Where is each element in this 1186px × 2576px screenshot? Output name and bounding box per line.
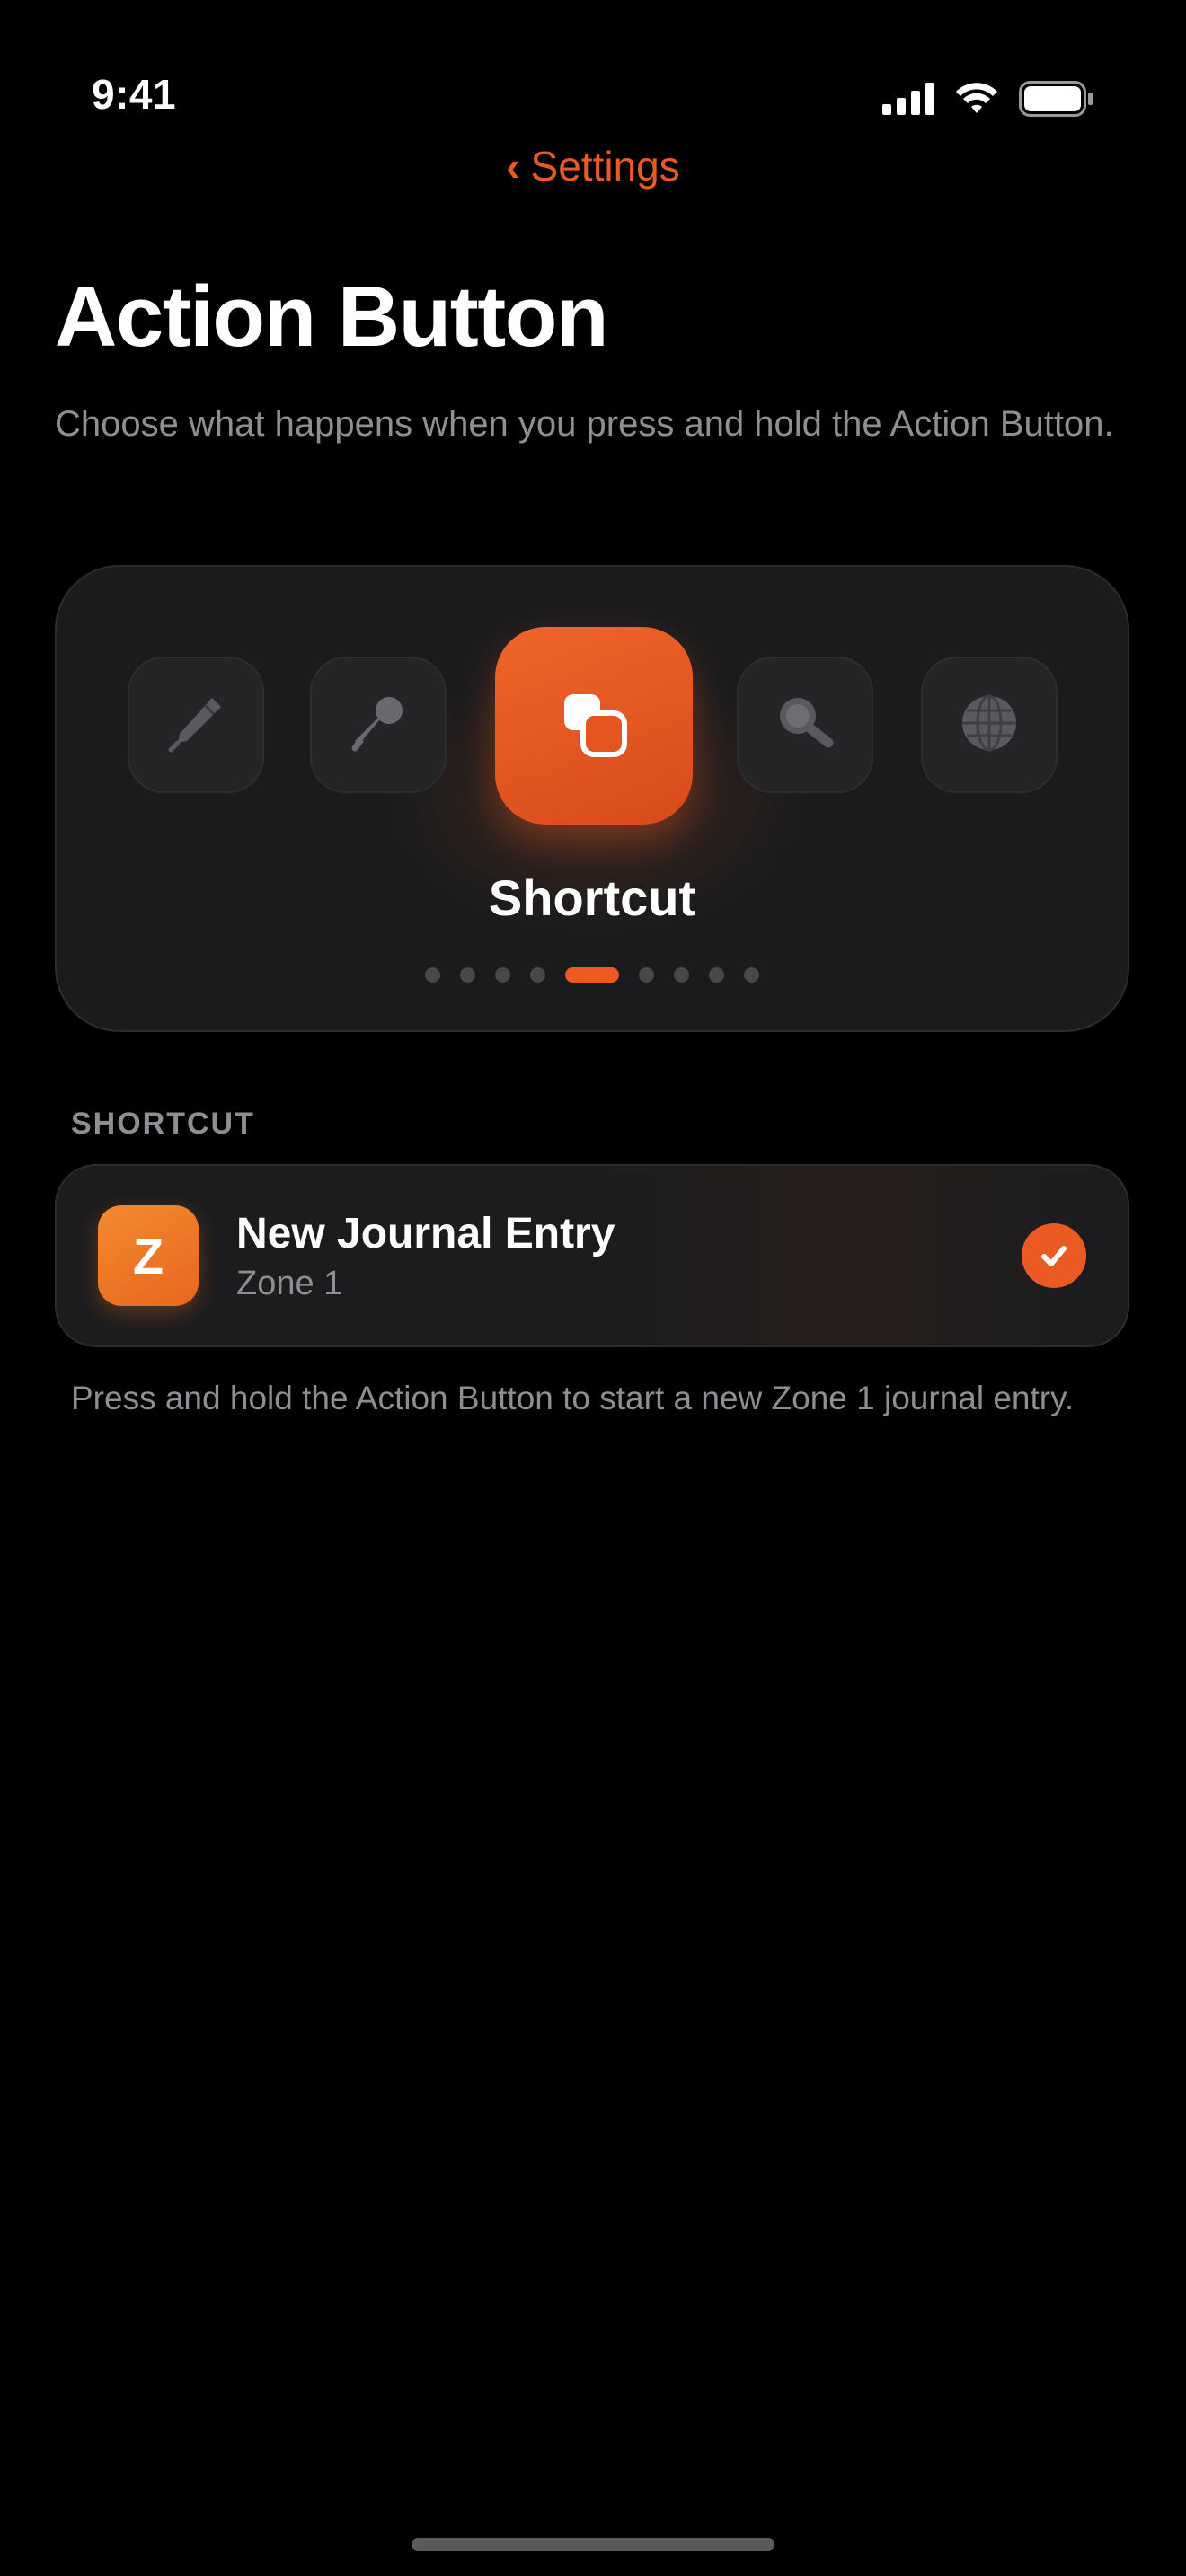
status-bar: 9:41: [0, 0, 1186, 144]
shortcut-icon: [553, 684, 634, 769]
page-dot[interactable]: [425, 967, 440, 983]
back-button[interactable]: ‹ Settings: [0, 142, 1186, 190]
action-picker[interactable]: Shortcut: [55, 565, 1129, 1032]
home-indicator[interactable]: [412, 2538, 774, 2551]
page-dot[interactable]: [460, 967, 475, 983]
pen-icon: [160, 687, 232, 763]
page-subtitle: Choose what happens when you press and h…: [55, 404, 1114, 444]
action-option-pen[interactable]: [128, 657, 264, 793]
microphone-icon: [342, 687, 414, 763]
page-indicator[interactable]: [57, 967, 1128, 983]
section-header-shortcut: SHORTCUT: [71, 1107, 255, 1141]
shortcut-subtitle: Zone 1: [236, 1265, 343, 1302]
shortcut-row[interactable]: Z New Journal Entry Zone 1: [55, 1164, 1129, 1347]
page-dot[interactable]: [495, 967, 510, 983]
status-icons: [882, 81, 1093, 121]
shortcut-footnote: Press and hold the Action Button to star…: [71, 1380, 1075, 1416]
page-dot[interactable]: [744, 967, 759, 983]
chevron-left-icon: ‹: [506, 143, 520, 190]
page-dot-active[interactable]: [565, 967, 619, 983]
battery-icon: [1019, 81, 1093, 121]
page-dot[interactable]: [709, 967, 724, 983]
page-title: Action Button: [55, 269, 609, 365]
page-dot[interactable]: [639, 967, 654, 983]
page-dot[interactable]: [674, 967, 689, 983]
action-option-shortcut[interactable]: [495, 627, 693, 825]
globe-icon: [953, 687, 1025, 763]
selected-action-label: Shortcut: [488, 869, 696, 926]
zone-app-icon: Z: [98, 1205, 199, 1306]
back-button-label: Settings: [530, 143, 680, 190]
shortcut-name: New Journal Entry: [236, 1210, 615, 1257]
action-option-magnifier[interactable]: [737, 657, 873, 793]
page-dot[interactable]: [530, 967, 545, 983]
magnifier-icon: [769, 687, 841, 763]
action-option-globe[interactable]: [921, 657, 1058, 793]
status-time: 9:41: [92, 71, 177, 118]
wifi-icon: [954, 83, 999, 119]
checkmark-icon: [1022, 1223, 1086, 1288]
action-option-microphone[interactable]: [310, 657, 447, 793]
cellular-signal-icon: [882, 83, 934, 119]
